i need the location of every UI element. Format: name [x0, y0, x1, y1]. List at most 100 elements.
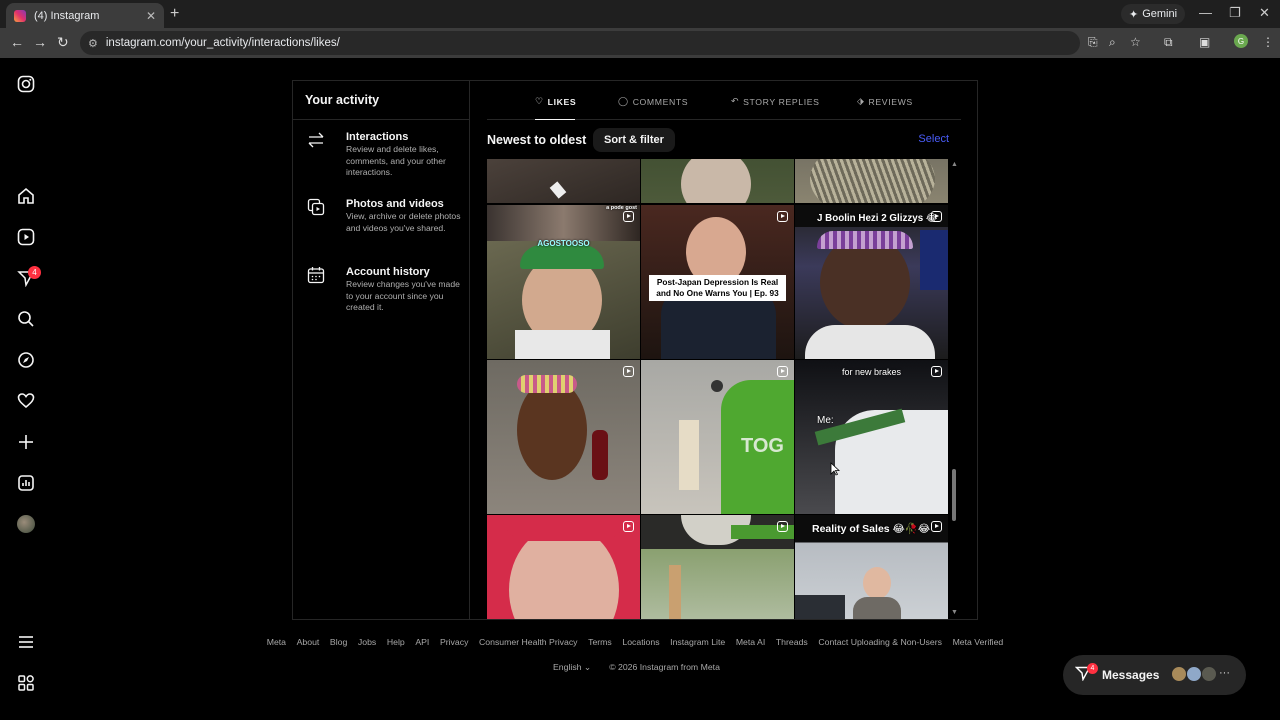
- sidebar-item-desc: Review changes you've made to your accou…: [346, 279, 460, 312]
- messages-label: Messages: [1102, 668, 1160, 682]
- tab-label: LIKES: [547, 96, 577, 107]
- post-thumbnail: [517, 380, 587, 480]
- tab-story-replies[interactable]: ↶ STORY REPLIES: [731, 96, 820, 107]
- footer-link[interactable]: Meta Verified: [953, 637, 1004, 647]
- post-thumbnail: [805, 325, 935, 359]
- footer-link[interactable]: Privacy: [440, 637, 468, 647]
- grid-item[interactable]: a pode gost AGOSTOOSO: [487, 205, 640, 359]
- footer-link[interactable]: Blog: [330, 637, 347, 647]
- heart-icon: ♡: [535, 96, 544, 106]
- sidepanel-icon[interactable]: ▣: [1199, 35, 1210, 49]
- post-thumbnail: TOG: [741, 435, 784, 457]
- browser-toolbar: ← → ↻ ⚙ instagram.com/your_activity/inte…: [0, 28, 1280, 58]
- close-tab-icon[interactable]: ✕: [146, 9, 156, 23]
- post-caption: for new brakes: [841, 367, 902, 377]
- tab-label: COMMENTS: [632, 96, 689, 107]
- new-tab-icon[interactable]: +: [170, 5, 179, 23]
- reply-icon: ↶: [731, 96, 740, 106]
- reels-icon[interactable]: [16, 227, 36, 247]
- grid-scrollbar[interactable]: ▲ ▼: [949, 159, 959, 619]
- footer-link[interactable]: Contact Uploading & Non-Users: [818, 637, 942, 647]
- post-thumbnail: [810, 159, 935, 203]
- notification-badge: 4: [28, 266, 41, 279]
- language-select[interactable]: English ⌄: [553, 662, 591, 673]
- reel-icon: [931, 521, 942, 532]
- dashboard-icon[interactable]: [16, 473, 36, 493]
- search-icon[interactable]: [16, 309, 36, 329]
- scroll-thumb[interactable]: [952, 469, 956, 521]
- grid-item[interactable]: [487, 515, 640, 619]
- scroll-down-icon[interactable]: ▼: [951, 609, 958, 616]
- profile-avatar[interactable]: G: [1234, 34, 1248, 48]
- instagram-logo-icon[interactable]: [16, 74, 36, 94]
- gemini-label: Gemini: [1142, 8, 1178, 20]
- grid-item[interactable]: [795, 159, 948, 203]
- avatar: [1171, 666, 1187, 682]
- forward-icon[interactable]: →: [33, 34, 47, 50]
- reload-icon[interactable]: ↻: [57, 34, 69, 51]
- bookmark-star-icon[interactable]: ☆: [1130, 35, 1141, 49]
- zoom-icon[interactable]: ⌕: [1109, 35, 1116, 50]
- select-button[interactable]: Select: [918, 133, 949, 145]
- instagram-favicon-icon: [14, 9, 26, 22]
- tab-comments[interactable]: ◯ COMMENTS: [618, 96, 688, 107]
- create-plus-icon[interactable]: [16, 432, 36, 452]
- post-thumbnail: [592, 430, 608, 480]
- heart-icon[interactable]: [16, 391, 36, 411]
- footer-link[interactable]: Terms: [588, 637, 612, 647]
- restore-icon[interactable]: ❐: [1229, 5, 1241, 21]
- grid-item[interactable]: J Boolin Hezi 2 Glizzys 😂: [795, 205, 948, 359]
- address-bar[interactable]: ⚙ instagram.com/your_activity/interactio…: [80, 31, 1080, 55]
- footer-link[interactable]: Jobs: [358, 637, 376, 647]
- messages-badge: 4: [1087, 663, 1098, 674]
- tag-icon: ⬗: [857, 96, 865, 106]
- grid-item[interactable]: Post-Japan Depression Is Real and No One…: [641, 205, 794, 359]
- grid-item[interactable]: Reality of Sales 😂🥀😂: [795, 515, 948, 619]
- footer-link[interactable]: Locations: [622, 637, 659, 647]
- footer-link[interactable]: API: [415, 637, 429, 647]
- sort-filter-button[interactable]: Sort & filter: [593, 128, 675, 152]
- footer-link[interactable]: Meta AI: [736, 637, 765, 647]
- grid-item[interactable]: [641, 159, 794, 203]
- close-window-icon[interactable]: ✕: [1259, 5, 1270, 21]
- post-caption: a pode gost: [606, 205, 637, 211]
- sort-row: Newest to oldest Sort & filter Select: [487, 128, 949, 152]
- tab-reviews[interactable]: ⬗ REVIEWS: [857, 96, 913, 107]
- back-icon[interactable]: ←: [10, 34, 24, 50]
- post-thumbnail: [502, 515, 626, 541]
- activity-sidebar: Your activity Interactions Review and de…: [293, 81, 470, 619]
- post-thumbnail: [820, 235, 910, 330]
- install-app-icon[interactable]: ⎘: [1088, 35, 1098, 50]
- post-thumbnail: [515, 330, 610, 359]
- avatar: [1201, 666, 1217, 682]
- grid-item[interactable]: for new brakes Me:: [795, 360, 948, 514]
- grid-item[interactable]: [641, 515, 794, 619]
- profile-avatar-icon[interactable]: [16, 514, 36, 534]
- gemini-button[interactable]: ✦ Gemini: [1121, 4, 1186, 24]
- home-icon[interactable]: [16, 186, 36, 206]
- liked-posts-grid: a pode gost AGOSTOOSO Post-Japan Depress…: [487, 159, 950, 619]
- site-info-icon[interactable]: ⚙: [88, 37, 98, 50]
- reel-icon: [623, 366, 634, 377]
- browser-tab[interactable]: (4) Instagram ✕: [6, 3, 164, 28]
- grid-item[interactable]: TOG: [641, 360, 794, 514]
- minimize-icon[interactable]: —: [1199, 5, 1212, 20]
- menu-dots-icon[interactable]: ⋮: [1262, 35, 1274, 49]
- post-thumbnail: [853, 597, 901, 619]
- more-dots-icon[interactable]: ···: [1219, 667, 1230, 679]
- more-apps-icon[interactable]: [16, 673, 36, 693]
- footer-link[interactable]: Help: [387, 637, 405, 647]
- grid-item[interactable]: [487, 159, 640, 203]
- tab-likes[interactable]: ♡ LIKES: [535, 96, 576, 107]
- footer-link[interactable]: Meta: [267, 637, 286, 647]
- reel-icon: [931, 366, 942, 377]
- footer-link[interactable]: About: [297, 637, 320, 647]
- footer-link[interactable]: Threads: [776, 637, 808, 647]
- footer-link[interactable]: Instagram Lite: [670, 637, 725, 647]
- footer-link[interactable]: Consumer Health Privacy: [479, 637, 578, 647]
- scroll-up-icon[interactable]: ▲: [951, 161, 958, 168]
- grid-item[interactable]: [487, 360, 640, 514]
- explore-compass-icon[interactable]: [16, 350, 36, 370]
- post-thumbnail: [681, 159, 751, 203]
- extensions-icon[interactable]: ⧉: [1164, 35, 1173, 50]
